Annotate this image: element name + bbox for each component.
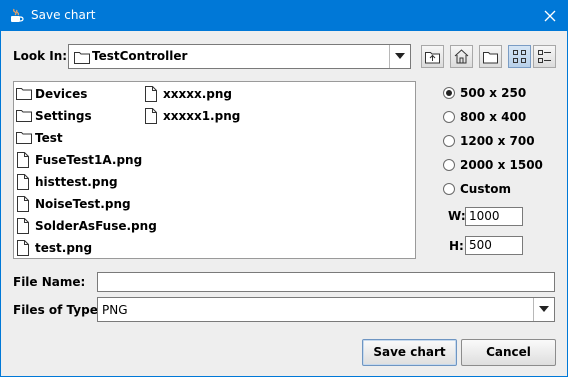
list-item-folder[interactable]: Devices	[14, 85, 87, 103]
width-label: W:	[448, 209, 466, 223]
radio-dot	[443, 135, 455, 147]
chevron-down-icon	[539, 306, 549, 312]
file-icon	[17, 218, 29, 234]
list-item-file[interactable]: FuseTest1A.png	[14, 151, 142, 169]
folder-icon	[16, 110, 32, 122]
java-cup-icon	[11, 8, 24, 22]
look-in-value: TestController	[92, 49, 188, 63]
file-icon	[17, 196, 29, 212]
width-field[interactable]: 1000	[465, 207, 523, 226]
new-folder-icon	[483, 52, 498, 64]
radio-1200x700[interactable]: 1200 x 700	[442, 132, 535, 150]
details-view-icon	[538, 50, 551, 63]
file-name-label: File Name:	[13, 275, 86, 289]
height-label: H:	[449, 239, 464, 253]
folder-up-icon	[425, 52, 440, 64]
list-item-file[interactable]: SolderAsFuse.png	[14, 217, 157, 235]
file-icon	[145, 108, 157, 124]
file-icon	[17, 174, 29, 190]
file-name-input[interactable]	[97, 272, 555, 292]
radio-dot	[443, 183, 455, 195]
list-item-file[interactable]: NoiseTest.png	[14, 195, 131, 213]
radio-custom[interactable]: Custom	[442, 180, 511, 198]
title-bar: Save chart	[0, 0, 568, 31]
radio-dot	[443, 111, 455, 123]
up-one-level-button[interactable]	[421, 45, 444, 68]
radio-dot-selected	[443, 87, 455, 99]
list-item-file[interactable]: histtest.png	[14, 173, 118, 191]
look-in-combo[interactable]: TestController	[68, 44, 411, 69]
radio-500x250[interactable]: 500 x 250	[442, 84, 526, 102]
files-of-type-combo[interactable]: PNG	[97, 297, 555, 322]
folder-icon	[16, 88, 32, 100]
list-view-icon	[513, 50, 526, 63]
folder-icon	[74, 52, 90, 64]
save-chart-button[interactable]: Save chart	[362, 339, 457, 366]
list-item-file[interactable]: xxxxx.png	[142, 85, 232, 103]
window-title: Save chart	[31, 8, 96, 22]
files-of-type-label: Files of Type:	[13, 303, 103, 317]
file-icon	[145, 86, 157, 102]
look-in-label: Look In:	[13, 49, 68, 63]
close-icon[interactable]	[540, 6, 560, 26]
files-of-type-dropdown-button[interactable]	[533, 298, 554, 321]
files-of-type-value: PNG	[102, 303, 128, 317]
list-item-file[interactable]: xxxxx1.png	[142, 107, 240, 125]
home-icon	[454, 49, 469, 64]
list-item-file[interactable]: test.png	[14, 239, 92, 257]
file-icon	[17, 240, 29, 256]
file-list[interactable]: Devices Settings Test FuseTest1A.png his…	[13, 81, 416, 259]
list-item-folder[interactable]: Test	[14, 129, 63, 147]
new-folder-button[interactable]	[479, 45, 502, 68]
radio-800x400[interactable]: 800 x 400	[442, 108, 526, 126]
home-button[interactable]	[450, 45, 473, 68]
height-field[interactable]: 500	[465, 236, 523, 255]
file-icon	[17, 152, 29, 168]
chevron-down-icon	[395, 53, 405, 59]
list-item-folder[interactable]: Settings	[14, 107, 92, 125]
folder-icon	[16, 132, 32, 144]
radio-dot	[443, 159, 455, 171]
radio-2000x1500[interactable]: 2000 x 1500	[442, 156, 543, 174]
cancel-button[interactable]: Cancel	[461, 339, 556, 366]
list-view-button[interactable]	[508, 45, 531, 68]
look-in-dropdown-button[interactable]	[389, 45, 410, 68]
details-view-button[interactable]	[533, 45, 556, 68]
